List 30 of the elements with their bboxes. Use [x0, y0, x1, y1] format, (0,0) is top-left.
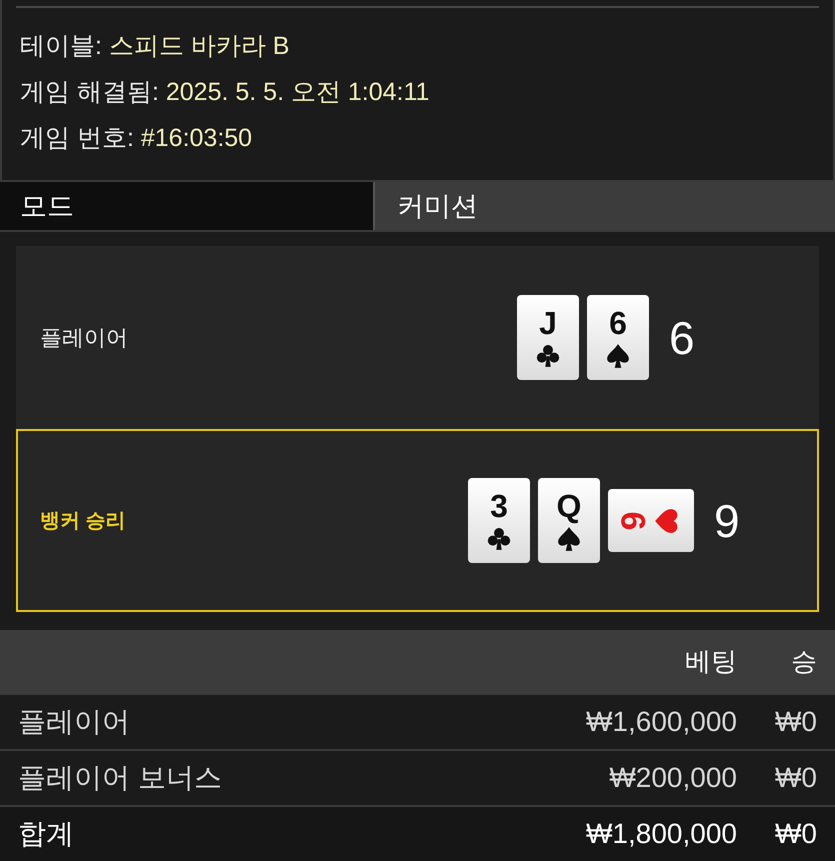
hand-label: 플레이어 [40, 324, 129, 352]
card-rank: J [539, 306, 557, 338]
table-cell-text: 플레이어 [18, 705, 131, 739]
column-header: 베팅 [684, 645, 737, 678]
heart-icon [653, 508, 680, 534]
table-cell-text: ₩200,000 [608, 761, 737, 795]
card-rank: Q [556, 490, 582, 522]
table-cell-text: ₩0 [774, 705, 817, 739]
club-icon [535, 342, 561, 368]
card-rank: 6 [615, 511, 649, 530]
table-cell-text: 플레이어 보너스 [18, 761, 223, 795]
spade-icon [556, 526, 582, 552]
card-rank: 3 [490, 490, 508, 522]
info-line: 테이블: 스피드 바카라 B [20, 31, 290, 62]
hand-label: 뱅커 승리 [40, 508, 127, 534]
card-rank: 6 [609, 306, 627, 338]
column-header: 승 [790, 645, 817, 678]
info-line: 게임 번호: #16:03:50 [20, 123, 254, 154]
table-cell-text: ₩1,800,000 [585, 817, 737, 851]
hand-total: 9 [714, 498, 740, 544]
table-cell-text: ₩1,600,000 [585, 705, 737, 739]
mode-value: 커미션 [373, 182, 835, 230]
table-cell-text: 합계 [18, 817, 75, 851]
table-cell-text: ₩0 [774, 761, 817, 795]
club-icon [486, 526, 512, 552]
mode-label: 모드 [0, 182, 373, 230]
hand-total: 6 [669, 314, 695, 360]
info-line: 게임 해결됨: 2025. 5. 5. 오전 1:04:11 [20, 77, 430, 108]
table-cell-text: ₩0 [774, 817, 817, 851]
spade-icon [605, 342, 631, 368]
